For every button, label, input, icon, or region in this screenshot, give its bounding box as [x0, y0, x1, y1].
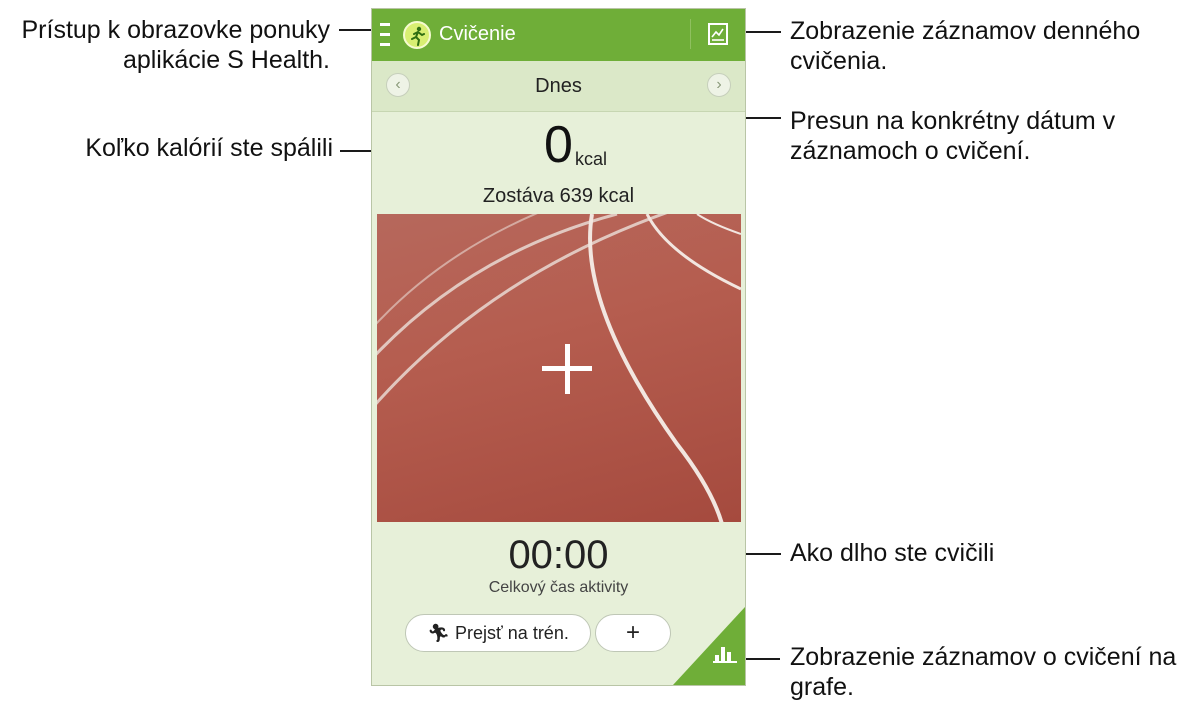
next-day-button[interactable]: › [707, 73, 731, 97]
add-exercise-image[interactable] [377, 214, 741, 522]
bar-chart-icon[interactable] [713, 645, 737, 663]
callout-daily-records-line-2: cvičenia. [790, 47, 888, 75]
go-to-workout-label: Prejsť na trén. [455, 623, 569, 643]
runner-small-icon: 🏃︎ [427, 623, 451, 643]
activity-duration: 00:00 [508, 533, 609, 577]
leader-daily-records [745, 31, 781, 33]
add-button[interactable]: + [595, 614, 671, 652]
callout-daily-records-line-1: Zobrazenie záznamov denného [790, 17, 1141, 45]
callout-menu-line-2: aplikácie S Health. [122, 46, 330, 74]
callout-graph: Zobrazenie záznamov o cvičení na grafe. [790, 642, 1185, 702]
callout-daily-records: Zobrazenie záznamov denného cvičenia. [790, 16, 1180, 76]
records-glyph [711, 28, 724, 41]
callout-graph-line-2: grafe. [790, 673, 854, 701]
callout-calories: Koľko kalórií ste spálili [85, 134, 333, 162]
callout-menu: Prístup k obrazovke ponuky aplikácie S H… [10, 15, 331, 75]
callout-menu-line-1: Prístup k obrazovke ponuky [21, 16, 331, 44]
callout-date-move-line-1: Presun na konkrétny dátum v [790, 107, 1116, 135]
runner-icon[interactable] [403, 21, 431, 49]
callout-date-move: Presun na konkrétny dátum v záznamoch o … [790, 106, 1180, 166]
callout-date-move-line-2: záznamoch o cvičení. [790, 137, 1031, 165]
go-to-workout-button[interactable]: 🏃︎ Prejsť na trén. [405, 614, 591, 652]
add-icon[interactable] [542, 344, 592, 394]
date-bar: ‹ Dnes › [372, 61, 745, 112]
chart-records-icon[interactable] [708, 23, 728, 45]
menu-icon[interactable] [380, 23, 390, 47]
action-bar-divider [690, 19, 691, 49]
runner-glyph [411, 26, 425, 46]
app-title[interactable]: Cvičenie [439, 23, 516, 46]
leader-graph [740, 658, 780, 660]
date-label[interactable]: Dnes [372, 75, 745, 98]
calories-unit: kcal [575, 149, 608, 169]
activity-duration-label: Celkový čas aktivity [488, 579, 629, 596]
callout-duration: Ako dlho ste cvičili [790, 539, 995, 567]
phone-screen: Cvičenie ‹ Dnes › 0 kcal Zostáva 639 kca… [371, 8, 746, 686]
callout-graph-line-1: Zobrazenie záznamov o cvičení na [790, 643, 1177, 671]
calories-value: 0 [544, 116, 573, 174]
calories-remaining: Zostáva 639 kcal [482, 185, 635, 207]
action-bar: Cvičenie [372, 9, 745, 61]
